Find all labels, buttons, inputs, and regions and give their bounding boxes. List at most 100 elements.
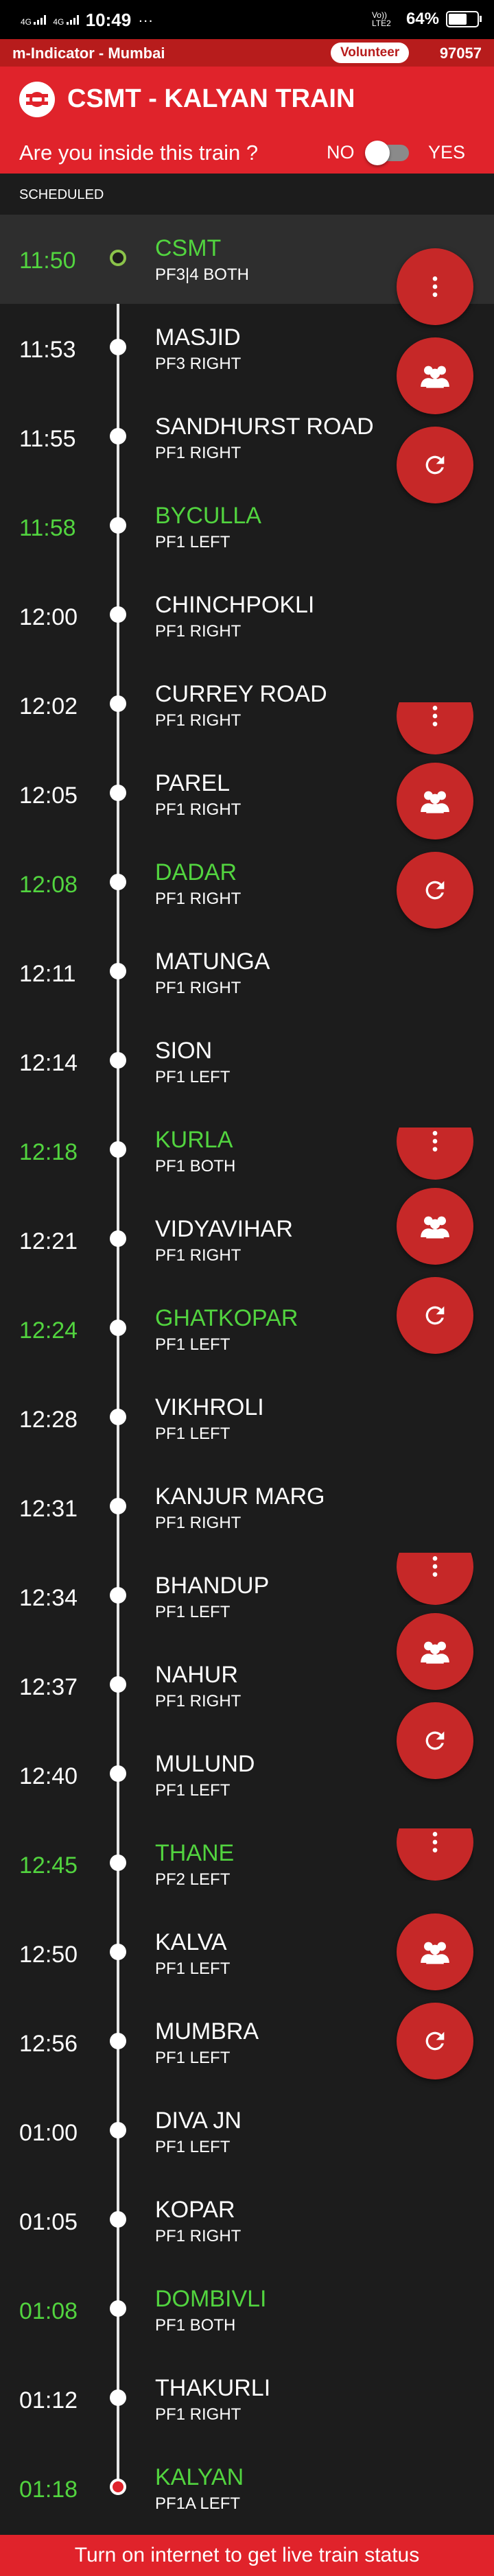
station-row[interactable]: 01:12 THAKURLI PF1 RIGHT [0,2354,494,2444]
station-dot [110,2122,126,2138]
refresh-icon [421,2027,449,2055]
station-time: 12:05 [19,783,78,809]
group-fab-button[interactable] [397,763,473,839]
refresh-fab-button[interactable] [397,427,473,503]
station-time: 11:50 [19,248,76,274]
station-name: VIDYAVIHAR [155,1216,293,1242]
volunteer-button[interactable]: Volunteer [331,43,410,63]
station-platform: PF1 LEFT [155,2049,231,2067]
station-dot [110,2389,126,2406]
station-row[interactable]: 01:05 KOPAR PF1 RIGHT [0,2176,494,2265]
more-vert-icon [421,273,449,300]
station-name: NAHUR [155,1662,238,1688]
signal-icon: 4G [21,14,47,27]
station-time: 12:24 [19,1317,78,1344]
yes-label: YES [428,142,466,163]
station-platform: PF1 LEFT [155,533,231,551]
station-dot [110,1855,126,1871]
station-platform: PF1 LEFT [155,1603,231,1621]
group-fab-button[interactable] [397,1188,473,1265]
refresh-icon [421,451,449,479]
station-row[interactable]: 12:00 CHINCHPOKLI PF1 RIGHT [0,571,494,660]
station-list: 11:50 CSMT PF3|4 BOTH 11:53 MASJID PF3 RIGHT 1… [0,215,494,2533]
group-icon [419,1938,451,1966]
station-time: 01:05 [19,2209,78,2235]
station-row[interactable]: 12:31 KANJUR MARG PF1 RIGHT [0,1463,494,1552]
refresh-icon [421,1302,449,1329]
station-time: 12:21 [19,1228,78,1254]
refresh-fab-button[interactable] [397,1702,473,1779]
scheduled-label: SCHEDULED [19,187,104,202]
station-dot [110,250,126,266]
more-vert-icon [421,1828,449,1856]
station-time: 12:40 [19,1763,78,1789]
station-platform: PF1 LEFT [155,1068,231,1086]
group-icon [419,1213,451,1240]
refresh-fab-button[interactable] [397,852,473,929]
no-label: NO [327,142,355,163]
refresh-fab-button[interactable] [397,1277,473,1354]
station-row[interactable]: 01:00 DIVA JN PF1 LEFT [0,2087,494,2176]
station-row[interactable]: 12:28 VIKHROLI PF1 LEFT [0,1374,494,1463]
station-time: 12:00 [19,604,78,630]
more-notifications-icon: ··· [138,11,154,29]
station-time: 12:31 [19,1496,78,1522]
battery-fill [449,14,467,25]
group-fab-button[interactable] [397,1613,473,1690]
station-dot [110,517,126,534]
group-fab-button[interactable] [397,1913,473,1990]
station-name: CHINCHPOKLI [155,592,315,618]
battery-percent: 64% [405,10,439,28]
station-dot [110,428,126,444]
station-dot [110,1141,126,1158]
station-time: 12:02 [19,693,78,719]
station-name: SION [155,1038,213,1064]
station-name: BYCULLA [155,503,261,529]
group-fab-button[interactable] [397,337,473,414]
carrier-label: Vo)) LTE2 [371,10,391,28]
station-row[interactable]: 12:14 SION PF1 LEFT [0,1017,494,1106]
station-name: DADAR [155,859,237,885]
station-platform: PF1 BOTH [155,2316,236,2335]
group-icon [419,787,451,815]
station-name: KALVA [155,1929,227,1955]
station-platform: PF1 RIGHT [155,2227,242,2245]
station-platform: PF1 RIGHT [155,2405,242,2424]
station-dot [110,1587,126,1603]
station-time: 01:12 [19,2387,78,2413]
offline-banner[interactable]: Turn on internet to get live train statu… [0,2535,494,2576]
station-row[interactable]: 12:11 MATUNGA PF1 RIGHT [0,928,494,1017]
station-platform: PF3 RIGHT [155,355,242,373]
station-row[interactable]: 01:18 KALYAN PF1A LEFT [0,2444,494,2533]
app-code: 97057 [439,45,482,62]
station-time: 01:08 [19,2298,78,2324]
station-name: KANJUR MARG [155,1483,325,1510]
station-time: 11:55 [19,426,76,452]
station-name: THANE [155,1840,235,1866]
station-time: 12:50 [19,1942,78,1968]
station-row[interactable]: 01:08 DOMBIVLI PF1 BOTH [0,2265,494,2354]
station-name: KALYAN [155,2464,244,2490]
station-platform: PF1 LEFT [155,1335,231,1354]
station-time: 12:11 [19,961,76,987]
more-vert-fab-button[interactable] [397,248,473,325]
station-platform: PF1 RIGHT [155,800,242,819]
station-name: CSMT [155,235,222,261]
refresh-fab-button[interactable] [397,2003,473,2079]
station-time: 12:34 [19,1585,78,1611]
inside-train-toggle[interactable] [364,139,413,167]
station-dot [110,1320,126,1336]
station-platform: PF2 LEFT [155,1870,231,1889]
station-name: MATUNGA [155,949,270,975]
refresh-icon [421,1727,449,1754]
station-dot [110,963,126,979]
network-type-1: 4G [21,16,32,27]
status-bar: 4G 4G 10:49 ··· Vo)) LTE2 64% [0,0,494,39]
station-platform: PF1 LEFT [155,1781,231,1800]
station-dot [110,1052,126,1069]
station-time: 01:18 [19,2477,78,2503]
more-vert-icon [421,702,449,730]
station-dot [110,1230,126,1247]
battery-icon [446,11,482,27]
station-time: 01:00 [19,2120,78,2146]
